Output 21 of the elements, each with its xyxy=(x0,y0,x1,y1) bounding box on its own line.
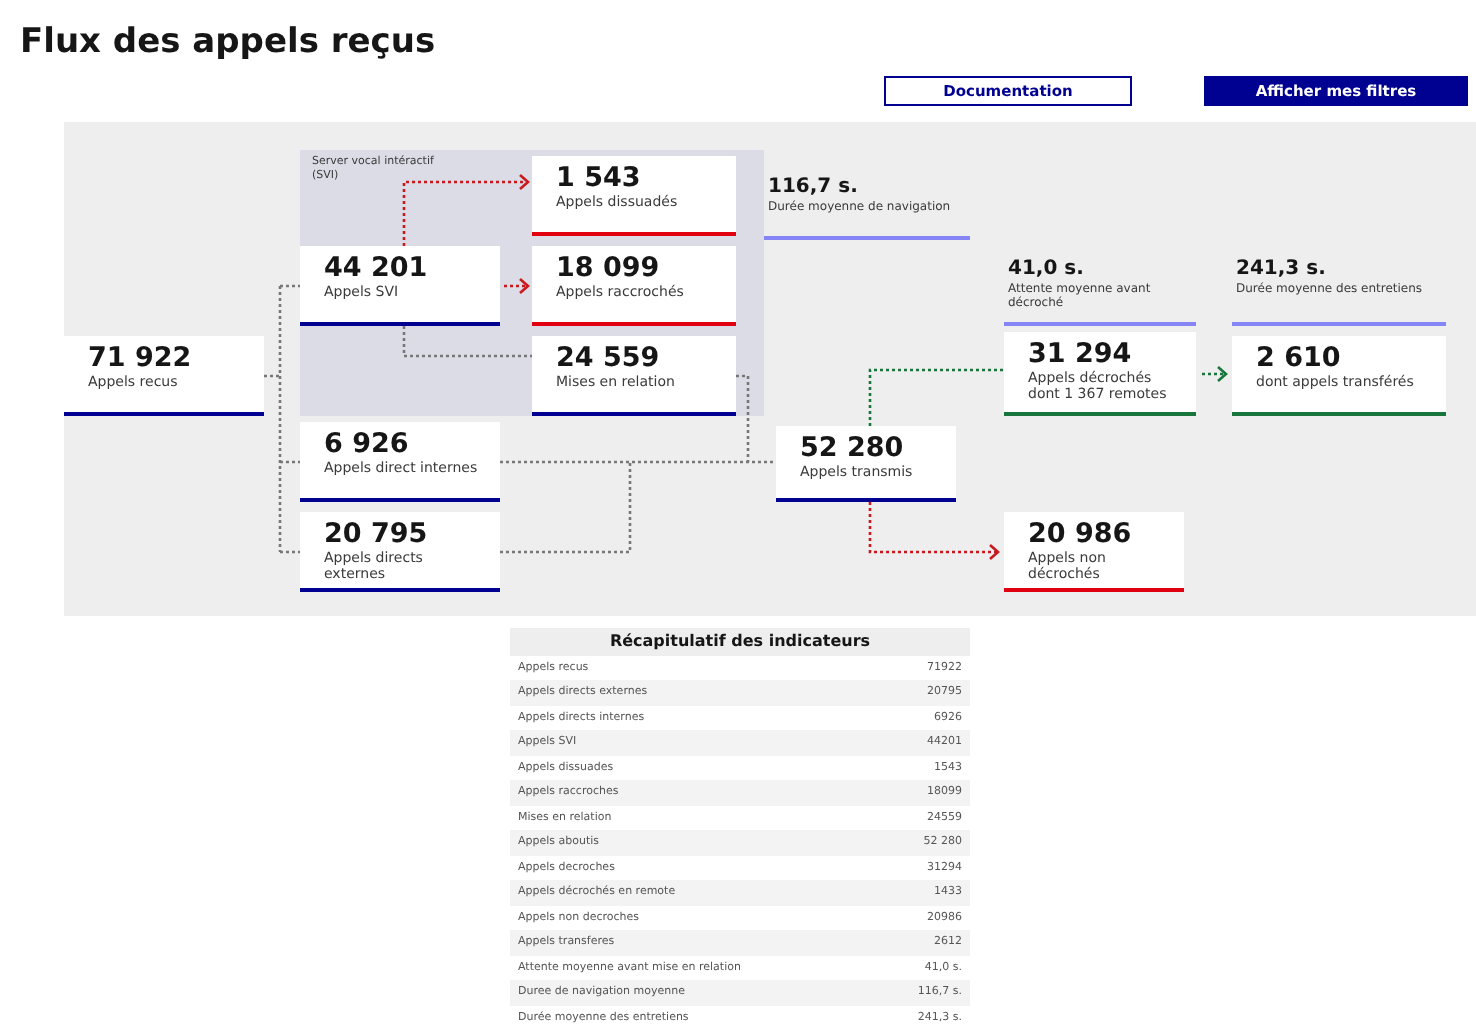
node-value: 20 795 xyxy=(324,520,430,550)
node-value: 71 922 xyxy=(88,344,194,374)
node-value: 44 201 xyxy=(324,254,430,284)
node-value: 20 986 xyxy=(1028,520,1134,550)
node-value: 41,0 s. xyxy=(1008,258,1086,282)
flow-arrow xyxy=(1202,366,1228,382)
flow-arrow xyxy=(868,502,1000,560)
node-value: 2 610 xyxy=(1256,344,1343,374)
node-value: 6 926 xyxy=(324,430,411,460)
node-value: 52 280 xyxy=(800,434,906,464)
node-value: 1 543 xyxy=(556,164,643,194)
node-value: 18 099 xyxy=(556,254,662,284)
node-value: 31 294 xyxy=(1028,340,1134,370)
connector-line xyxy=(402,326,532,358)
node-value: 116,7 s. xyxy=(768,176,860,200)
node-value: 24 559 xyxy=(556,344,662,374)
page-title: Flux des appels reçus xyxy=(18,20,438,64)
summary-title: Récapitulatif des indicateurs xyxy=(510,628,970,656)
node-value: 241,3 s. xyxy=(1236,258,1328,282)
flow-arrow xyxy=(402,174,530,246)
flow-arrow xyxy=(504,278,530,294)
